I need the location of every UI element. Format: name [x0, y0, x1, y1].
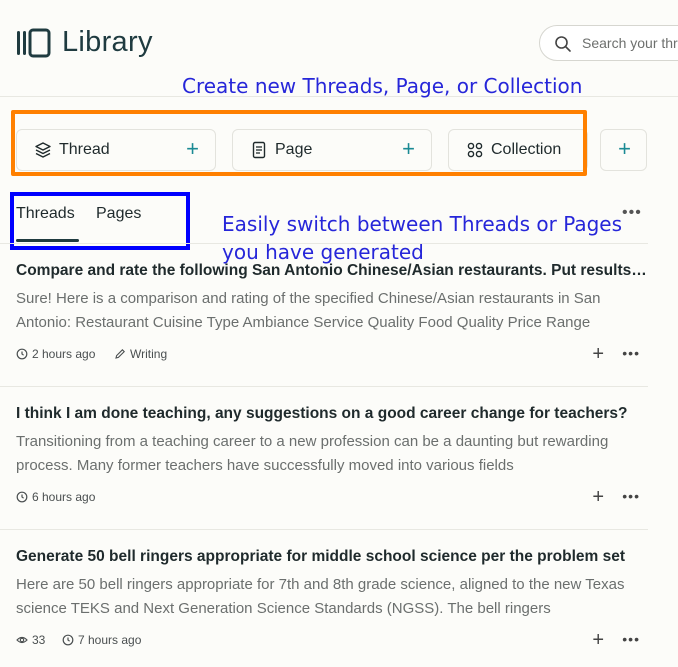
thread-item[interactable]: Generate 50 bell ringers appropriate for…: [16, 548, 648, 651]
thread-item[interactable]: I think I am done teaching, any suggesti…: [16, 405, 648, 508]
page-title: Library: [62, 26, 153, 58]
thread-item[interactable]: Compare and rate the following San Anton…: [16, 262, 648, 365]
timestamp: 2 hours ago: [16, 347, 95, 361]
more-options-icon[interactable]: •••: [622, 204, 642, 222]
search-input[interactable]: [580, 34, 678, 52]
timestamp-text: 6 hours ago: [32, 490, 96, 504]
timestamp: 7 hours ago: [62, 633, 141, 647]
thread-divider: [0, 386, 648, 387]
add-to-collection-icon[interactable]: +: [592, 343, 604, 366]
clock-icon: [62, 634, 74, 646]
tabs-divider: [0, 243, 648, 244]
create-annotation: Create new Threads, Page, or Collection: [182, 74, 583, 98]
library-icon: [17, 28, 51, 58]
thread-preview: Transitioning from a teaching career to …: [16, 433, 609, 474]
thread-more-icon[interactable]: •••: [622, 345, 640, 361]
view-count-text: 33: [32, 633, 46, 647]
timestamp-text: 2 hours ago: [32, 347, 96, 361]
timestamp: 6 hours ago: [16, 490, 95, 504]
plus-icon: +: [618, 136, 631, 161]
add-collection-button[interactable]: +: [600, 129, 647, 171]
eye-icon: [16, 636, 28, 644]
thread-title[interactable]: Generate 50 bell ringers appropriate for…: [16, 548, 648, 566]
tabs-highlight-box: [10, 192, 190, 250]
switch-annotation-line1: Easily switch between Threads or Pages: [222, 212, 623, 236]
add-to-collection-icon[interactable]: +: [592, 629, 604, 652]
add-to-collection-icon[interactable]: +: [592, 486, 604, 509]
thread-title[interactable]: Compare and rate the following San Anton…: [16, 262, 648, 280]
thread-more-icon[interactable]: •••: [622, 488, 640, 504]
clock-icon: [16, 491, 28, 503]
search-icon: [555, 36, 571, 52]
switch-annotation: Easily switch between Threads or Pages y…: [222, 210, 622, 266]
thread-meta: 33 7 hours ago + •••: [16, 629, 648, 652]
search-box[interactable]: [539, 25, 678, 61]
thread-preview: Here are 50 bell ringers appropriate for…: [16, 576, 625, 617]
create-highlight-box: [11, 110, 587, 176]
thread-divider: [0, 529, 648, 530]
thread-more-icon[interactable]: •••: [622, 631, 640, 647]
thread-tag: Writing: [114, 347, 167, 361]
thread-preview: Sure! Here is a comparison and rating of…: [16, 290, 601, 331]
pencil-icon: [115, 349, 125, 359]
view-count: 33: [16, 633, 45, 647]
tag-text: Writing: [130, 347, 168, 361]
thread-title[interactable]: I think I am done teaching, any suggesti…: [16, 405, 648, 423]
thread-meta: 6 hours ago + •••: [16, 486, 648, 509]
timestamp-text: 7 hours ago: [78, 633, 142, 647]
clock-icon: [16, 348, 28, 360]
thread-meta: 2 hours ago Writing + •••: [16, 343, 648, 366]
